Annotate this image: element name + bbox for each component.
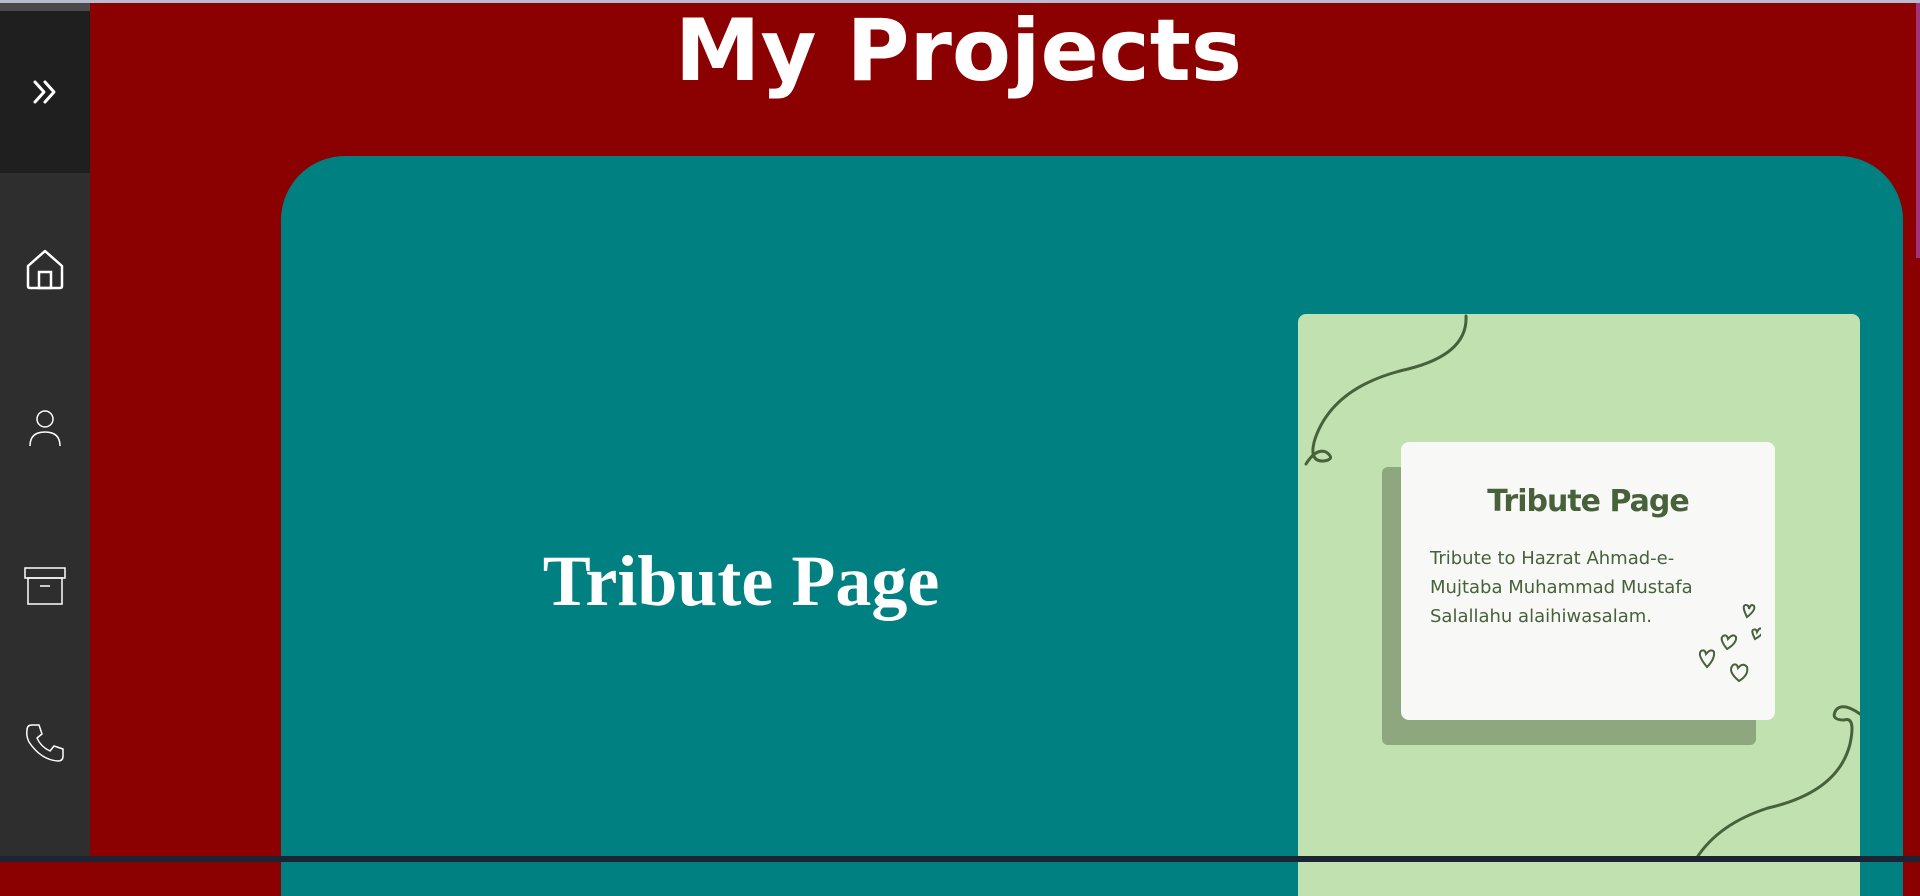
- page-title: My Projects: [674, 1, 1243, 101]
- project-preview-image[interactable]: Tribute Page Tribute to Hazrat Ahmad-e-M…: [1298, 314, 1860, 896]
- home-icon: [26, 249, 64, 290]
- scrollbar-thumb[interactable]: [1916, 3, 1920, 258]
- archive-icon: [24, 567, 66, 605]
- sidebar-item-about[interactable]: [0, 398, 90, 458]
- hearts-doodle-icon: [1698, 603, 1761, 683]
- sidebar: [0, 3, 90, 862]
- sidebar-item-projects[interactable]: [0, 556, 90, 616]
- preview-card-description: Tribute to Hazrat Ahmad-e-Mujtaba Muhamm…: [1430, 548, 1693, 627]
- sidebar-item-home[interactable]: [0, 239, 90, 299]
- sidebar-top-strip: [0, 3, 90, 11]
- taskbar-edge: [0, 856, 1920, 862]
- main-content: My Projects Tribute Page Tribute Page Tr…: [90, 1, 1916, 896]
- project-name: Tribute Page: [542, 541, 940, 621]
- preview-card: Tribute Page Tribute to Hazrat Ahmad-e-M…: [1401, 442, 1775, 720]
- preview-card-title: Tribute Page: [1487, 484, 1689, 519]
- double-chevron-right-icon: [33, 80, 56, 104]
- phone-icon: [26, 724, 64, 762]
- sidebar-toggle-button[interactable]: [0, 11, 90, 173]
- project-card: Tribute Page Tribute Page Tribute to Haz…: [281, 156, 1903, 896]
- sidebar-item-contact[interactable]: [0, 713, 90, 773]
- user-icon: [29, 410, 61, 447]
